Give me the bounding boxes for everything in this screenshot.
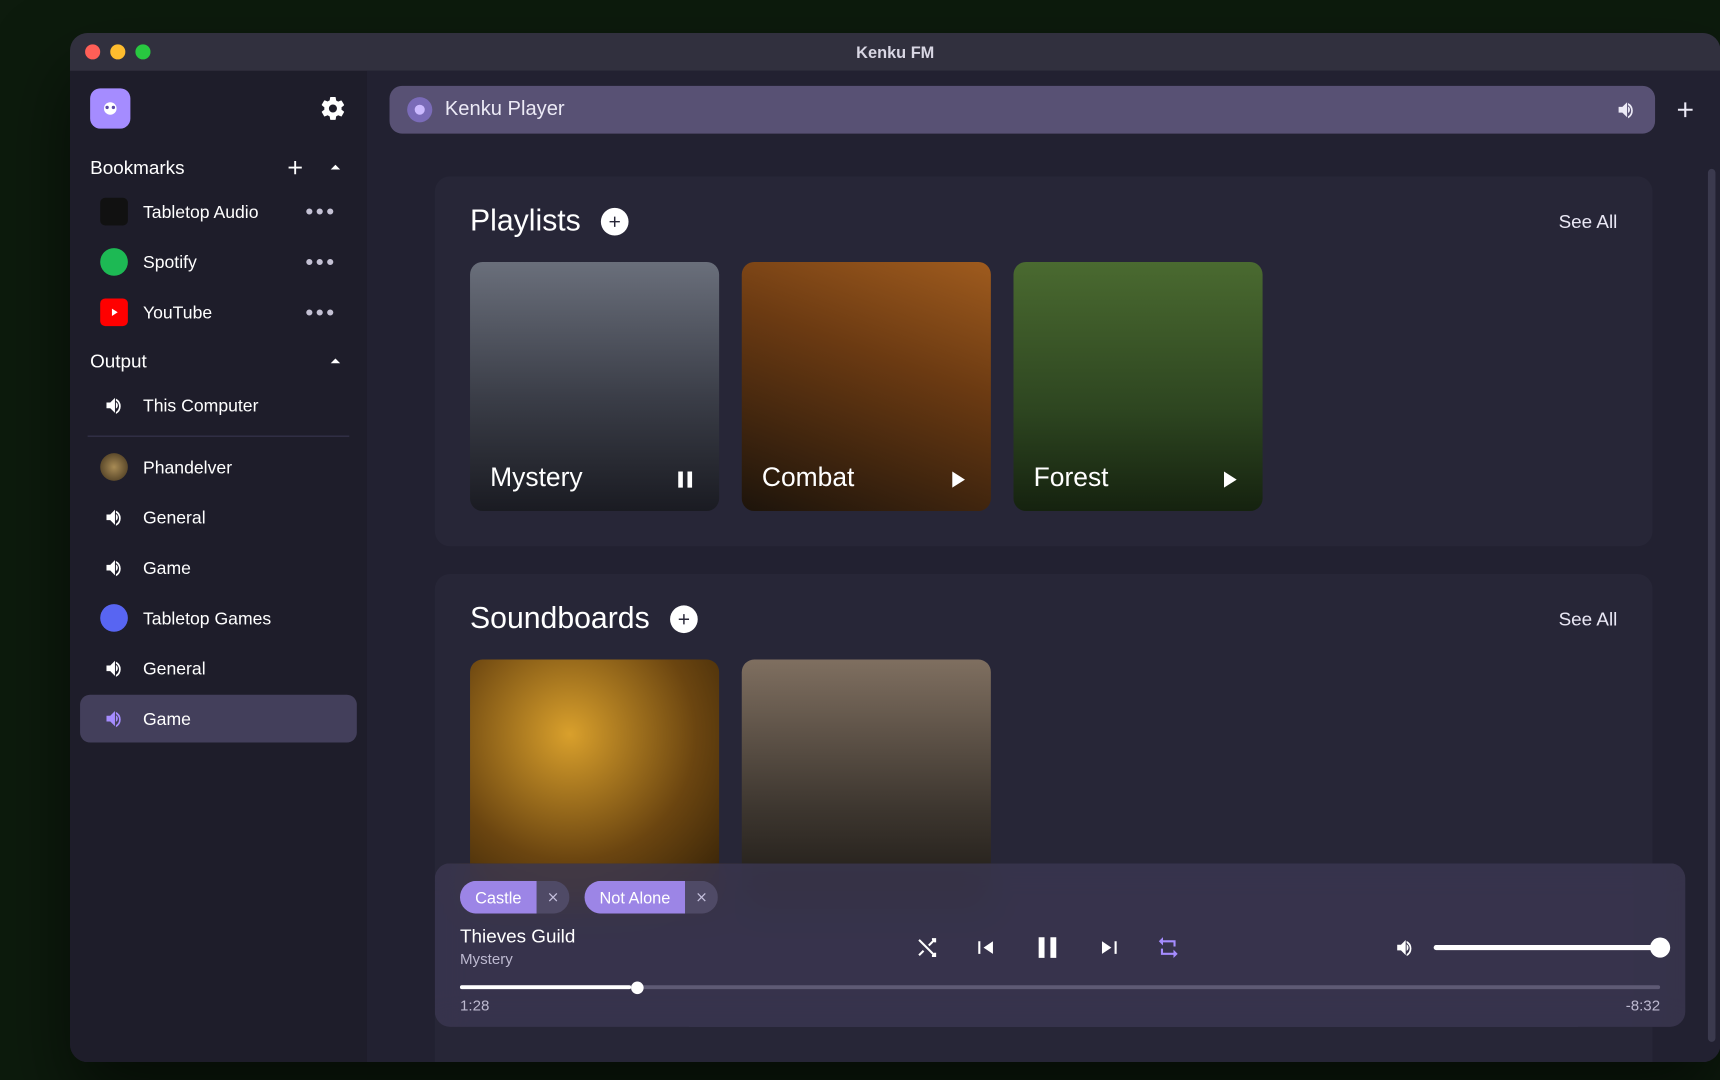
collapse-output-button[interactable] [324,350,347,373]
soundboards-title: Soundboards [470,602,650,637]
add-playlist-button[interactable] [601,208,629,236]
time-remaining: -8:32 [1626,997,1660,1015]
chip-remove-button[interactable] [685,881,718,914]
collapse-bookmarks-button[interactable] [324,156,347,179]
tab-volume-button[interactable] [1615,98,1638,121]
previous-button[interactable] [972,934,997,959]
playlist-card-combat[interactable]: Combat [742,262,991,511]
track-subtitle: Mystery [460,950,737,968]
bookmark-item-spotify[interactable]: Spotify ••• [80,238,357,286]
settings-button[interactable] [319,95,347,123]
playlists-title: Playlists [470,204,581,239]
bookmark-label: Tabletop Audio [143,202,259,222]
mute-button[interactable] [1393,936,1416,959]
seek-bar[interactable] [460,985,1660,989]
volume-icon [100,705,128,733]
chip-remove-button[interactable] [537,881,570,914]
output-label: General [143,507,206,527]
bookmarks-label: Bookmarks [90,157,184,178]
spotify-icon [100,248,128,276]
shuffle-button[interactable] [914,934,939,959]
output-item-this-computer[interactable]: This Computer [80,381,357,429]
sound-chip-not-alone[interactable]: Not Alone [584,881,718,914]
output-label: This Computer [143,395,259,415]
output-item-game[interactable]: Game [80,544,357,592]
track-info: Thieves Guild Mystery [460,926,737,968]
loop-button[interactable] [1156,934,1181,959]
playlist-name: Mystery [490,463,582,493]
player-tab-label: Kenku Player [445,98,565,121]
player-tab[interactable]: Kenku Player [390,86,1656,134]
bookmarks-header: Bookmarks [70,144,367,187]
bookmark-label: YouTube [143,302,212,322]
volume-icon [100,654,128,682]
kenku-player-icon [407,97,432,122]
playlists-see-all-link[interactable]: See All [1559,211,1618,232]
play-icon[interactable] [943,466,971,494]
volume-icon [100,503,128,531]
output-item-tabletop-games[interactable]: Tabletop Games [80,594,357,642]
output-item-game-active[interactable]: Game [80,695,357,743]
content-area: Playlists See All Mystery Combat [367,149,1720,1062]
chip-label: Castle [460,881,537,914]
output-item-general[interactable]: General [80,493,357,541]
track-title: Thieves Guild [460,926,737,947]
chip-label: Not Alone [584,881,685,914]
playlist-card-forest[interactable]: Forest [1014,262,1263,511]
playlists-panel: Playlists See All Mystery Combat [435,176,1653,546]
add-tab-button[interactable] [1673,97,1698,122]
volume-icon [100,392,128,420]
playlist-card-mystery[interactable]: Mystery [470,262,719,511]
titlebar: Kenku FM [70,33,1720,71]
sound-chip-castle[interactable]: Castle [460,881,569,914]
soundboards-see-all-link[interactable]: See All [1559,609,1618,630]
output-item-general-2[interactable]: General [80,644,357,692]
add-bookmark-button[interactable] [284,156,307,179]
divider [88,436,350,437]
sidebar: Bookmarks Tabletop Audio ••• Spotify ••• [70,71,367,1062]
output-label: Phandelver [143,457,232,477]
playlist-name: Forest [1034,463,1109,493]
volume-icon [100,554,128,582]
output-label: Game [143,709,191,729]
output-header: Output [70,337,367,380]
youtube-icon [100,298,128,326]
output-item-phandelver[interactable]: Phandelver [80,443,357,491]
pause-button[interactable] [1030,929,1065,964]
add-soundboard-button[interactable] [670,605,698,633]
bookmark-label: Spotify [143,252,197,272]
scrollbar[interactable] [1708,169,1716,1042]
main-area: Kenku Player Playlists See All [367,71,1720,1062]
discord-icon [100,604,128,632]
app-window: Kenku FM Bookmarks Tabl [70,33,1720,1062]
time-elapsed: 1:28 [460,997,489,1015]
output-label: Game [143,558,191,578]
window-title: Kenku FM [70,42,1720,61]
server-avatar-icon [100,453,128,481]
tabletop-audio-icon [100,198,128,226]
playlist-name: Combat [762,463,855,493]
app-logo-icon [90,88,130,128]
bookmark-item-youtube[interactable]: YouTube ••• [80,288,357,336]
play-icon[interactable] [1215,466,1243,494]
output-label: Output [90,351,147,372]
output-label: General [143,658,206,678]
bookmark-item-tabletop-audio[interactable]: Tabletop Audio ••• [80,188,357,236]
next-button[interactable] [1098,934,1123,959]
pause-icon[interactable] [671,466,699,494]
topbar: Kenku Player [367,71,1720,149]
volume-slider[interactable] [1434,944,1660,949]
now-playing-bar: Castle Not Alone Thieves Guild Mystery [435,863,1685,1027]
output-label: Tabletop Games [143,608,271,628]
